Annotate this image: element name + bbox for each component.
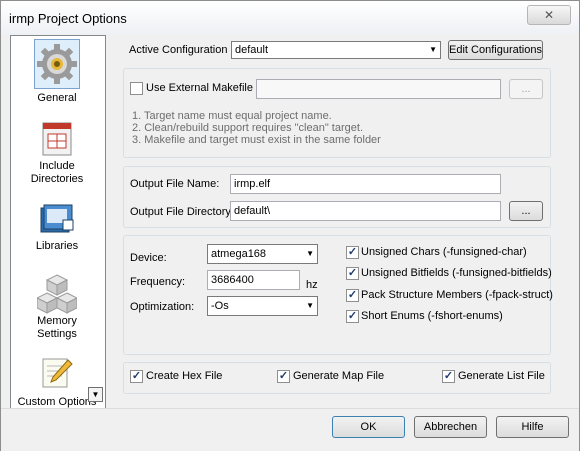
unsigned-bitfields-label: Unsigned Bitfields (-funsigned-bitfields… <box>361 267 552 279</box>
generate-list-file-label: Generate List File <box>458 370 545 382</box>
use-external-makefile-checkbox[interactable] <box>130 82 143 95</box>
chevron-down-icon: ▼ <box>429 45 437 54</box>
optimization-label: Optimization: <box>130 301 195 313</box>
create-hex-file-label: Create Hex File <box>146 370 223 382</box>
use-external-makefile-label: Use External Makefile <box>146 82 253 94</box>
chevron-down-icon: ▼ <box>306 301 314 310</box>
chevron-down-icon: ▼ <box>306 249 314 258</box>
generate-map-file-label: Generate Map File <box>293 370 385 382</box>
dialog-button-bar: OK Abbrechen Hilfe <box>1 408 579 451</box>
frequency-unit-label: hz <box>306 279 318 291</box>
frequency-label: Frequency: <box>130 276 186 288</box>
output-file-name-label: Output File Name: <box>130 178 220 190</box>
sidebar-item-label: Libraries <box>35 240 79 252</box>
gear-icon <box>37 44 77 84</box>
pack-structure-members-checkbox[interactable] <box>346 289 359 302</box>
include-directories-icon <box>42 122 72 156</box>
sidebar-item-memory-settings[interactable]: Memory Settings <box>11 273 103 341</box>
window-title: irmp Project Options <box>9 11 127 26</box>
makefile-note: 2. Clean/rebuild support requires "clean… <box>132 122 363 134</box>
options-sidebar: General Include Directories Libraries Me… <box>10 35 106 410</box>
optimization-value: -Os <box>211 300 229 312</box>
sidebar-item-label: Memory Settings <box>37 315 77 340</box>
help-button[interactable]: Hilfe <box>496 416 569 438</box>
device-select[interactable]: atmega168 ▼ <box>207 244 318 264</box>
output-file-name-input[interactable]: irmp.elf <box>230 174 501 194</box>
makefile-note: 1. Target name must equal project name. <box>132 110 332 122</box>
books-icon <box>40 204 74 233</box>
title-bar: irmp Project Options ✕ <box>1 1 579 34</box>
sidebar-scroll-down-button[interactable]: ▼ <box>88 387 103 402</box>
memory-cubes-icon <box>37 274 77 314</box>
active-configuration-label: Active Configuration <box>129 44 228 56</box>
unsigned-chars-checkbox[interactable] <box>346 246 359 259</box>
output-directory-browse-button[interactable]: ... <box>509 201 543 221</box>
sidebar-item-libraries[interactable]: Libraries <box>11 200 103 253</box>
sidebar-item-label: Include Directories <box>30 160 84 185</box>
makefile-path-input[interactable] <box>256 79 501 99</box>
short-enums-label: Short Enums (-fshort-enums) <box>361 310 503 322</box>
output-file-directory-input[interactable]: default\ <box>230 201 501 221</box>
close-icon: ✕ <box>543 8 555 22</box>
frequency-input[interactable]: 3686400 <box>207 270 300 290</box>
project-options-window: irmp Project Options ✕ General Include D… <box>0 0 580 451</box>
generate-map-file-checkbox[interactable] <box>277 370 290 383</box>
makefile-notes: 1. Target name must equal project name. … <box>132 110 381 146</box>
create-hex-file-checkbox[interactable] <box>130 370 143 383</box>
close-button[interactable]: ✕ <box>527 5 571 25</box>
pencil-icon <box>42 358 73 388</box>
chevron-down-icon: ▼ <box>91 390 100 399</box>
active-configuration-value: default <box>235 44 269 56</box>
ok-button[interactable]: OK <box>332 416 405 438</box>
optimization-select[interactable]: -Os ▼ <box>207 296 318 316</box>
output-file-directory-label: Output File Directory: <box>130 206 234 218</box>
active-configuration-select[interactable]: default ▼ <box>231 41 441 59</box>
cancel-button[interactable]: Abbrechen <box>414 416 487 438</box>
sidebar-item-general[interactable]: General <box>11 39 103 105</box>
pack-structure-members-label: Pack Structure Members (-fpack-struct) <box>361 289 553 301</box>
edit-configurations-button[interactable]: Edit Configurations <box>448 40 543 60</box>
unsigned-bitfields-checkbox[interactable] <box>346 267 359 280</box>
sidebar-item-include-directories[interactable]: Include Directories <box>11 120 103 186</box>
makefile-note: 3. Makefile and target must exist in the… <box>132 134 381 146</box>
device-value: atmega168 <box>211 248 267 260</box>
short-enums-checkbox[interactable] <box>346 310 359 323</box>
sidebar-item-label: General <box>37 92 77 104</box>
device-label: Device: <box>130 252 167 264</box>
generate-list-file-checkbox[interactable] <box>442 370 455 383</box>
unsigned-chars-label: Unsigned Chars (-funsigned-char) <box>361 246 527 258</box>
makefile-browse-button[interactable]: ... <box>509 79 543 99</box>
